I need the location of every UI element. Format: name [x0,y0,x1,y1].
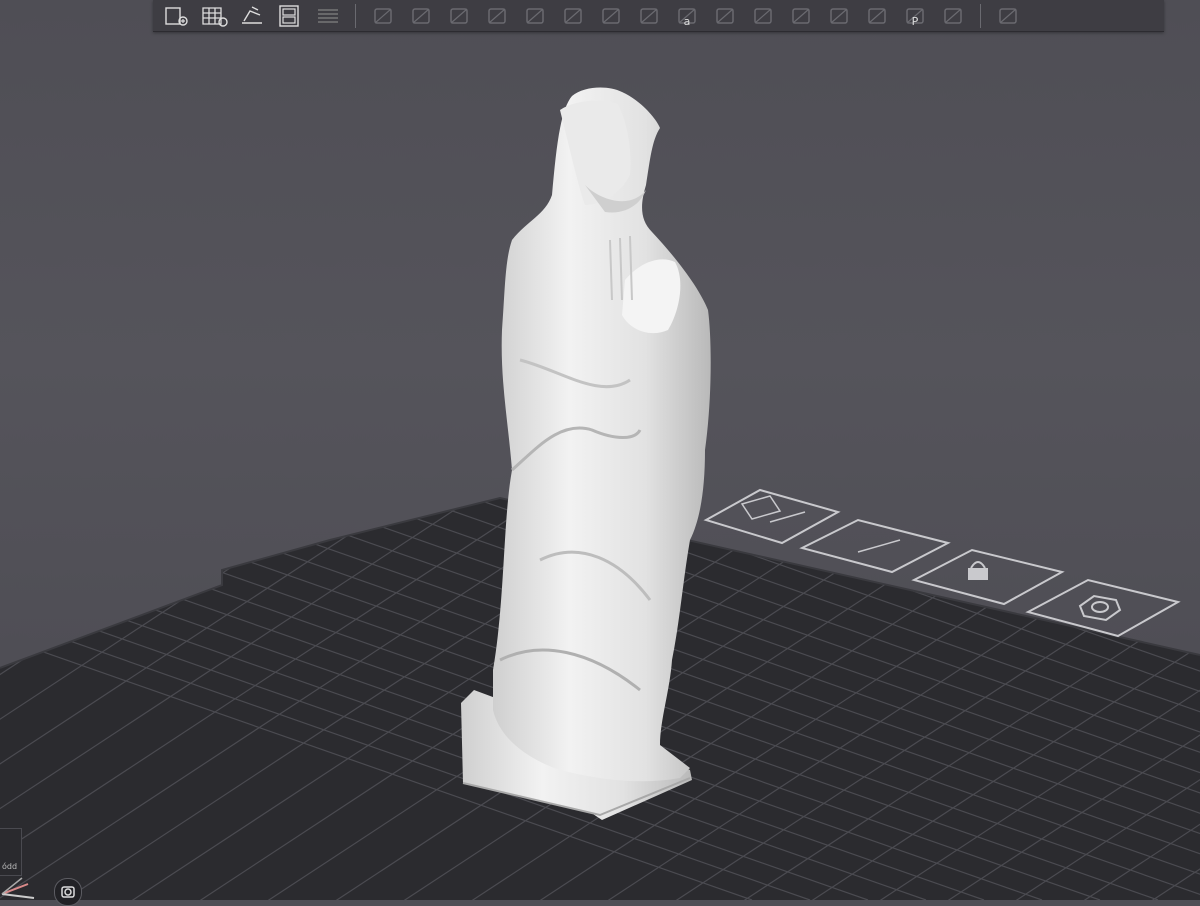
layers-button[interactable] [309,1,347,31]
camera-view-icon [61,886,75,898]
assembly-view-button[interactable] [989,1,1027,31]
scale-button[interactable] [440,1,478,31]
toolbar-group-3 [989,1,1027,31]
notes-icon [830,7,848,24]
assembly-button[interactable] [744,1,782,31]
axis-gizmo-icon [1,877,35,899]
measure-button[interactable] [706,1,744,31]
lay-on-face-button[interactable] [478,1,516,31]
orient-icon [242,5,262,24]
object-list-label: ódd [2,862,18,871]
text-icon: a [678,7,696,28]
assembly-view-icon [999,7,1017,24]
scale-icon [450,7,468,24]
support-paint-button[interactable] [592,1,630,31]
plate-settings-icon: P [906,7,924,28]
add-plate-icon [202,6,228,27]
mesh-boolean-button[interactable] [554,1,592,31]
variable-layer-icon [792,7,810,24]
top-toolbar: aP [153,0,1164,32]
toolbar-group-2: aP [364,1,972,31]
add-model-button[interactable] [157,1,195,31]
seam-paint-icon [640,7,658,24]
cut-button[interactable] [516,1,554,31]
orient-button[interactable] [233,1,271,31]
3d-viewport[interactable] [0,0,1200,900]
notes-button[interactable] [820,1,858,31]
edit-icon [944,7,962,24]
lay-on-face-icon [488,7,506,24]
viewport-scene [0,87,1200,900]
auto-orient-plate-icon[interactable] [703,488,841,545]
plate-settings-label: P [912,15,919,28]
text-button[interactable]: a [668,1,706,31]
cut-icon [526,7,544,24]
add-plate-button[interactable] [195,1,233,31]
toolbar-separator [980,3,981,28]
split-objects-button[interactable] [364,1,402,31]
arrange-icon [279,4,299,27]
move-button[interactable] [402,1,440,31]
print-settings-button[interactable] [858,1,896,31]
move-icon [412,7,430,24]
mesh-boolean-icon [564,7,582,24]
toolbar-separator [355,3,356,28]
layers-icon [318,8,338,23]
toolbar-group-1 [157,1,347,31]
print-settings-icon [868,7,886,24]
split-objects-icon [374,7,392,24]
plate-settings-button[interactable]: P [896,1,934,31]
arrange-button[interactable] [271,1,309,31]
seam-paint-button[interactable] [630,1,668,31]
variable-layer-button[interactable] [782,1,820,31]
text-label: a [684,15,691,28]
object-list-panel[interactable]: ódd [0,828,22,876]
edit-button[interactable] [934,1,972,31]
camera-view-button[interactable] [54,878,82,906]
support-paint-icon [602,7,620,24]
add-model-icon [165,6,188,26]
assembly-icon [754,7,772,24]
measure-icon [716,7,734,24]
